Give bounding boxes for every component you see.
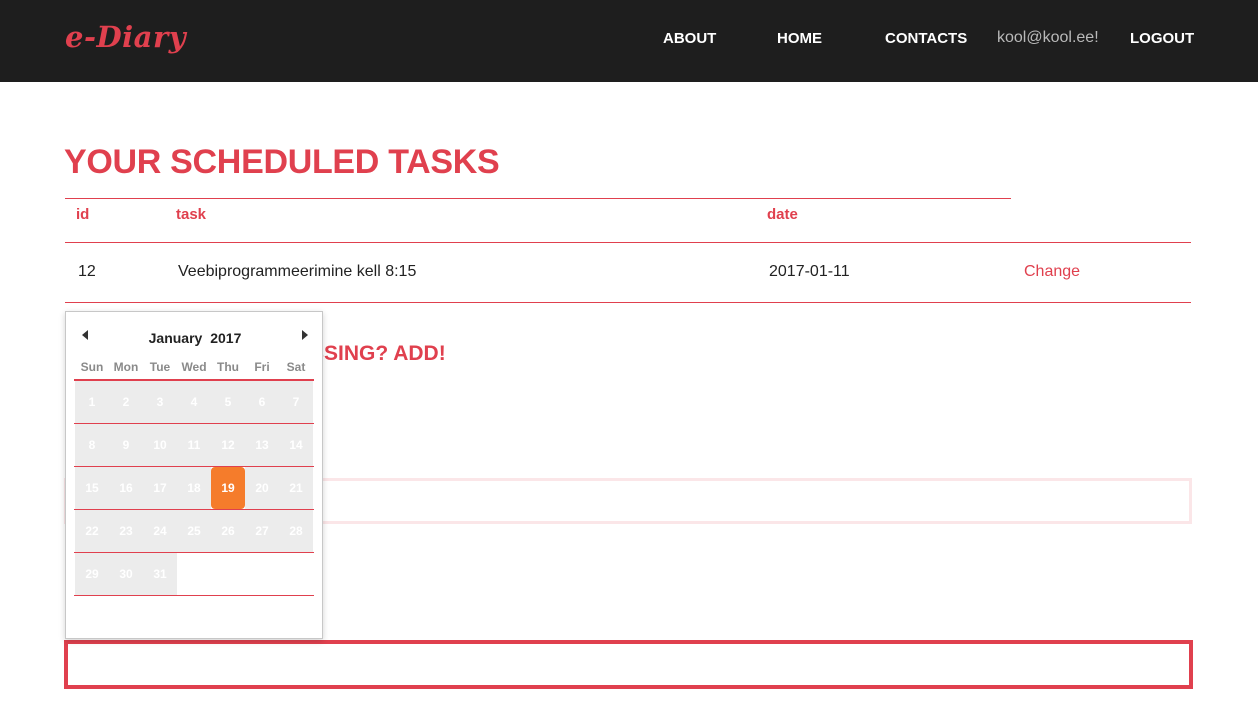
weekday-tue: Tue bbox=[149, 360, 171, 374]
day-cell[interactable]: 8 bbox=[75, 424, 109, 466]
weekday-sun: Sun bbox=[80, 360, 104, 374]
weekday-fri: Fri bbox=[254, 360, 270, 374]
nav-home-link[interactable]: HOME bbox=[777, 30, 822, 47]
day-cell[interactable]: 6 bbox=[245, 381, 279, 423]
day-cell[interactable]: 27 bbox=[245, 510, 279, 552]
day-cell[interactable]: 15 bbox=[75, 467, 109, 509]
day-cell[interactable]: 12 bbox=[211, 424, 245, 466]
day-cell[interactable]: 28 bbox=[279, 510, 313, 552]
header-date: date bbox=[767, 206, 798, 223]
day-cell[interactable]: 3 bbox=[143, 381, 177, 423]
week-divider bbox=[74, 595, 314, 596]
day-cell[interactable]: 1 bbox=[75, 381, 109, 423]
day-cell[interactable]: 30 bbox=[109, 553, 143, 595]
day-cell[interactable]: 26 bbox=[211, 510, 245, 552]
submit-button[interactable] bbox=[64, 640, 1193, 689]
day-cell[interactable]: 29 bbox=[75, 553, 109, 595]
row-task: Veebiprogrammeerimine kell 8:15 bbox=[178, 263, 417, 280]
day-cell[interactable]: 23 bbox=[109, 510, 143, 552]
datepicker: January 2017 Sun Mon Tue Wed Thu Fri Sat… bbox=[65, 311, 323, 639]
datepicker-title: January 2017 bbox=[66, 330, 324, 346]
day-cell[interactable]: 13 bbox=[245, 424, 279, 466]
day-cell[interactable]: 16 bbox=[109, 467, 143, 509]
day-cell[interactable]: 21 bbox=[279, 467, 313, 509]
day-cell[interactable]: 11 bbox=[177, 424, 211, 466]
day-cell[interactable]: 17 bbox=[143, 467, 177, 509]
day-cell[interactable]: 14 bbox=[279, 424, 313, 466]
day-cell[interactable]: 31 bbox=[143, 553, 177, 595]
weekday-mon: Mon bbox=[113, 360, 139, 374]
day-cell[interactable]: 10 bbox=[143, 424, 177, 466]
day-cell[interactable]: 2 bbox=[109, 381, 143, 423]
day-cell[interactable]: 9 bbox=[109, 424, 143, 466]
nav-contacts-link[interactable]: CONTACTS bbox=[885, 30, 967, 47]
day-cell[interactable]: 24 bbox=[143, 510, 177, 552]
row-divider bbox=[65, 302, 1191, 303]
next-month-icon[interactable] bbox=[302, 330, 308, 340]
header-id: id bbox=[76, 206, 90, 223]
datepicker-year: 2017 bbox=[210, 330, 242, 346]
page-title: YOUR SCHEDULED TASKS bbox=[64, 143, 500, 181]
weekday-wed: Wed bbox=[181, 360, 207, 374]
weekday-sat: Sat bbox=[286, 360, 306, 374]
day-cell[interactable]: 18 bbox=[177, 467, 211, 509]
day-cell[interactable]: 4 bbox=[177, 381, 211, 423]
row-date: 2017-01-11 bbox=[769, 263, 850, 280]
weekday-thu: Thu bbox=[217, 360, 239, 374]
nav-logout-link[interactable]: LOGOUT bbox=[1130, 30, 1194, 47]
table-top-divider bbox=[65, 198, 1011, 199]
navbar: e-Diary ABOUT HOME CONTACTS kool@kool.ee… bbox=[0, 0, 1258, 82]
day-cell[interactable]: 22 bbox=[75, 510, 109, 552]
day-cell[interactable]: 20 bbox=[245, 467, 279, 509]
day-cell[interactable]: 7 bbox=[279, 381, 313, 423]
day-cell[interactable]: 5 bbox=[211, 381, 245, 423]
datepicker-month: January bbox=[148, 330, 203, 346]
day-cell[interactable]: 25 bbox=[177, 510, 211, 552]
day-cell-selected[interactable]: 19 bbox=[211, 467, 245, 509]
header-divider bbox=[65, 242, 1191, 243]
nav-about-link[interactable]: ABOUT bbox=[663, 30, 716, 47]
user-email: kool@kool.ee! bbox=[997, 29, 1099, 46]
header-task: task bbox=[176, 206, 207, 223]
brand-logo[interactable]: e-Diary bbox=[65, 20, 186, 54]
row-id: 12 bbox=[78, 263, 96, 280]
change-link[interactable]: Change bbox=[1024, 263, 1080, 281]
